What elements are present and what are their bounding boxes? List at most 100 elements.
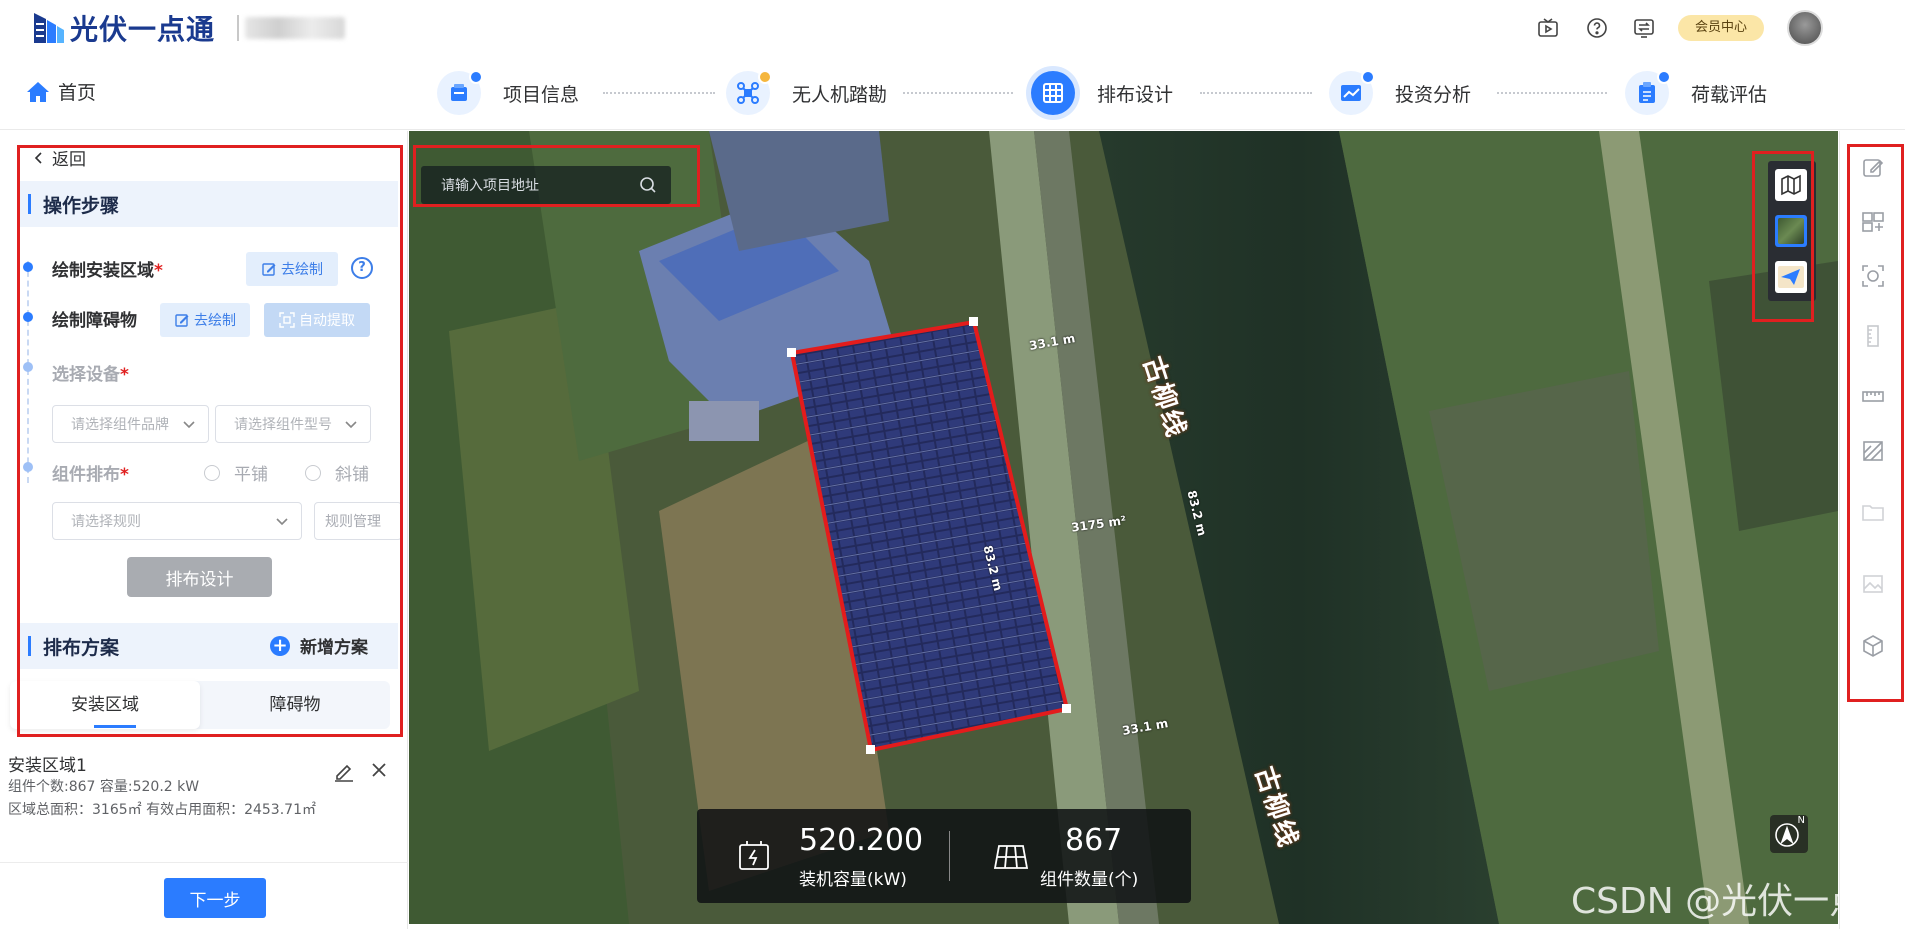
search-icon [640, 177, 656, 193]
image-tool[interactable] [1860, 571, 1886, 597]
draw-obstacle-label: 绘制障碍物 [52, 311, 137, 331]
back-link[interactable]: 返回 [32, 145, 86, 170]
address-search-input[interactable]: 请输入项目地址 [421, 166, 671, 204]
edit-draw-tool[interactable] [1860, 155, 1886, 181]
paper-plane-icon [1778, 266, 1804, 288]
tab-label: 障碍物 [269, 695, 321, 715]
scan-icon [279, 312, 295, 328]
user-avatar[interactable] [1787, 10, 1823, 46]
step-investment-analysis[interactable]: 投资分析 [1329, 68, 1471, 118]
module-brand-select[interactable]: 请选择组件品牌 [52, 405, 209, 443]
radio-circle [204, 464, 220, 481]
stats-divider [949, 831, 950, 881]
tab-install-area[interactable]: 安装区域 [10, 681, 200, 729]
left-panel: 返回 操作步骤 绘制安装区域* 去绘制 ? 绘制障碍物 去绘制 自动提取 选择设… [0, 131, 408, 929]
auto-extract-label: 自动提取 [299, 313, 355, 329]
draw-area-button[interactable]: 去绘制 [246, 252, 338, 286]
step-label: 投资分析 [1395, 83, 1472, 106]
rule-placeholder: 请选择规则 [71, 514, 141, 530]
radio-flat[interactable]: 平铺 [204, 460, 268, 485]
steps-timeline [27, 261, 29, 483]
capacity-icon [739, 841, 769, 870]
add-plan-button[interactable]: + 新增方案 [270, 633, 368, 658]
close-icon[interactable] [370, 761, 388, 783]
layers-icon [1862, 212, 1884, 232]
section-bar [28, 636, 31, 656]
pencil-icon [262, 263, 276, 276]
timeline-dot [23, 462, 33, 472]
timeline-dot [23, 312, 33, 322]
home-link[interactable]: 首页 [26, 78, 96, 105]
ruler-horizontal-icon [1862, 391, 1884, 402]
step-label: 项目信息 [503, 83, 580, 106]
layers-tool[interactable] [1860, 209, 1886, 235]
switch-icon[interactable] [1632, 16, 1656, 40]
rule-manage-label: 规则管理 [325, 514, 381, 530]
layout-label: 组件排布* [52, 460, 129, 485]
step-layout-design[interactable]: 排布设计 [1031, 68, 1173, 118]
app-name: 光伏一点通 [70, 13, 216, 46]
step-project-info[interactable]: 项目信息 [437, 68, 579, 118]
radio-tilt-label: 斜铺 [335, 465, 369, 485]
pending-badge [758, 70, 772, 84]
logo-icon [32, 11, 66, 45]
clipboard-icon [1625, 70, 1671, 115]
rule-select[interactable]: 请选择规则 [52, 502, 302, 540]
3d-model-tool[interactable] [1860, 633, 1886, 659]
section-title: 操作步骤 [43, 194, 120, 217]
panel-divider [0, 862, 408, 863]
ruler-vertical-tool[interactable] [1860, 323, 1886, 349]
module-model-select[interactable]: 请选择组件型号 [215, 405, 371, 443]
member-center-button[interactable]: 会员中心 [1678, 15, 1764, 41]
area-meta-line2: 区域总面积：3165㎡ 有效占用面积：2453.71㎡ [8, 802, 316, 818]
satellite-map[interactable]: 古柳线 古柳线 33.1 m 33.1 m 83.2 m 83.2 m 3175… [409, 131, 1838, 924]
vector-map-button[interactable] [1775, 169, 1807, 201]
select-device-text: 选择设备 [52, 365, 120, 385]
rule-manage-button[interactable]: 规则管理 [314, 502, 402, 540]
compass-button[interactable]: N [1770, 815, 1808, 853]
required-mark: * [154, 261, 163, 281]
video-tutorial-icon[interactable] [1536, 16, 1560, 40]
done-badge [1657, 70, 1671, 84]
layout-design-button[interactable]: 排布设计 [127, 557, 272, 597]
draw-obstacle-button[interactable]: 去绘制 [160, 303, 250, 337]
send-button[interactable] [1775, 261, 1807, 293]
map-type-switcher [1768, 161, 1816, 301]
area-meta-line1: 组件个数:867 容量:520.2 kW [8, 779, 200, 795]
satellite-thumbnail-icon [1778, 218, 1804, 244]
step-connector [1200, 92, 1312, 94]
draw-area-label: 绘制安装区域* [52, 256, 163, 281]
folder-tool[interactable] [1860, 499, 1886, 525]
chevron-down-icon [345, 421, 357, 429]
step-label: 无人机踏勘 [792, 83, 888, 106]
section-bar [28, 194, 31, 214]
ruler-horizontal-tool[interactable] [1860, 383, 1886, 409]
back-label: 返回 [52, 150, 86, 170]
auto-extract-button[interactable]: 自动提取 [264, 303, 370, 337]
capacity-value: 520.200 [799, 823, 924, 858]
image-icon [1863, 575, 1883, 593]
draw-area-text: 绘制安装区域 [52, 261, 154, 281]
tab-obstacles[interactable]: 障碍物 [200, 681, 390, 729]
area-name[interactable]: 安装区域1 [8, 751, 87, 776]
area-measure-tool[interactable] [1860, 438, 1886, 464]
map-icon [1781, 174, 1801, 196]
app-logo[interactable]: 光伏一点通 [32, 10, 346, 46]
obstacle-detect-tool[interactable] [1860, 263, 1886, 289]
step-load-assessment[interactable]: 荷载评估 [1625, 68, 1767, 118]
next-step-button[interactable]: 下一步 [164, 878, 266, 918]
layout-text: 组件排布 [52, 465, 120, 485]
step-navigation: 首页 项目信息 无人机踏勘 排布设计 投资分析 荷载评估 [0, 56, 1905, 130]
help-icon[interactable]: ? [351, 257, 373, 279]
help-icon[interactable] [1585, 16, 1609, 40]
grid-icon [1031, 71, 1075, 115]
done-badge [469, 70, 483, 84]
radio-tilt[interactable]: 斜铺 [305, 460, 369, 485]
compass-north-label: N [1797, 815, 1805, 826]
draw-area-btn-label: 去绘制 [281, 262, 323, 278]
logo-divider [237, 15, 240, 41]
capacity-label: 装机容量(kW) [799, 870, 907, 890]
satellite-map-button[interactable] [1775, 215, 1807, 247]
step-drone-survey[interactable]: 无人机踏勘 [726, 68, 887, 118]
edit-icon[interactable] [333, 760, 355, 786]
